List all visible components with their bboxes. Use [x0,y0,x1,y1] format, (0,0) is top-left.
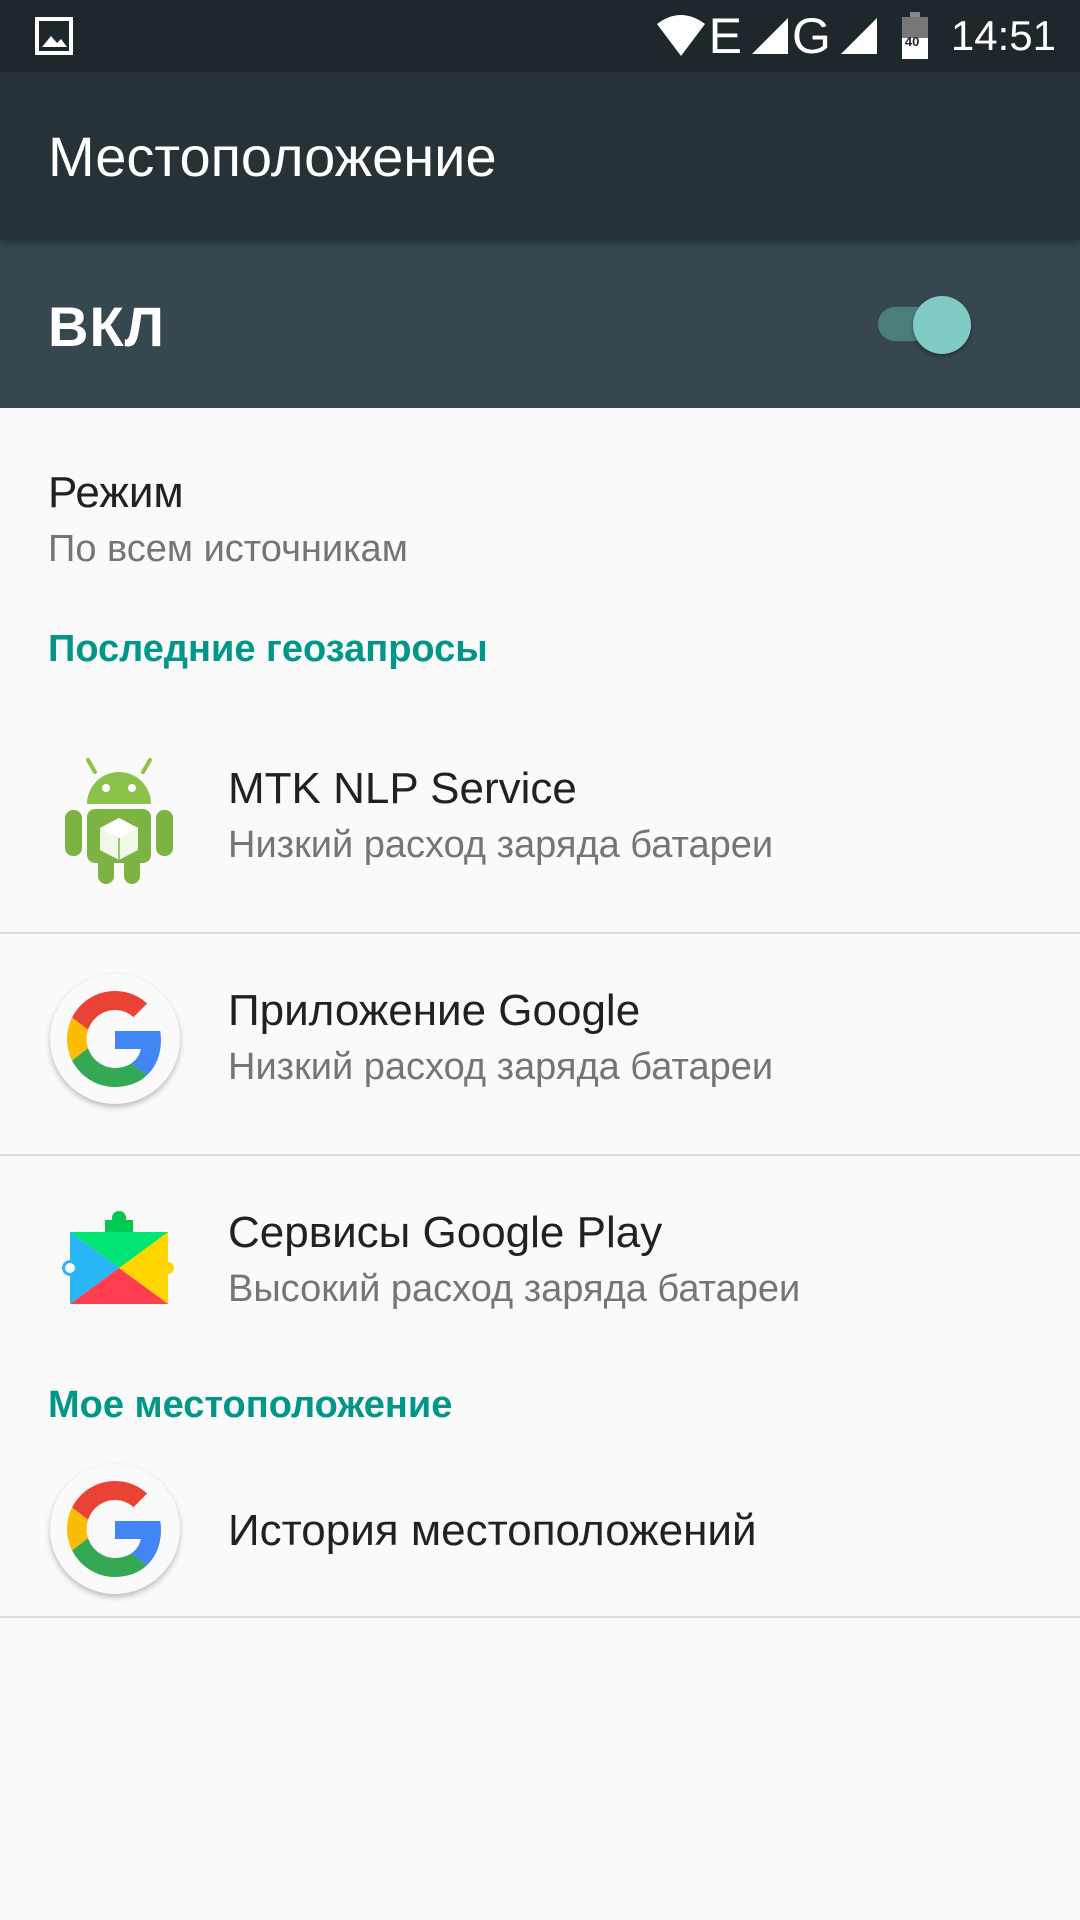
my-location-header: Мое местоположение [0,1384,1080,1454]
toggle-thumb [913,296,971,354]
list-item-text: История местоположений [228,1506,757,1556]
mode-summary: По всем источникам [48,528,408,570]
list-item-summary: Низкий расход заряда батареи [228,1046,774,1088]
battery-level: 40 [904,34,920,49]
status-bar: E G 40 14:51 [0,0,1080,72]
mode-title: Режим [48,468,184,517]
list-item-title: История местоположений [228,1506,757,1555]
image-icon [34,16,74,56]
list-item[interactable]: Приложение Google Низкий расход заряда б… [0,934,1080,1156]
list-item-summary: Низкий расход заряда батареи [228,824,774,866]
list-item-text: Приложение Google Низкий расход заряда б… [228,986,773,1089]
list-item-title: Сервисы Google Play [228,1208,663,1257]
network-type-2: G [791,8,831,64]
wifi-icon [655,14,707,58]
location-history-item[interactable]: История местоположений [0,1454,1080,1618]
recent-requests-header-label: Последние геозапросы [48,628,488,670]
battery-icon: 40 [901,12,929,60]
list-item-title: Приложение Google [228,986,641,1035]
network-type-1: E [708,8,742,64]
list-item-title: MTK NLP Service [228,764,577,813]
google-play-services-icon [50,1196,188,1334]
list-item-text: Сервисы Google Play Высокий расход заряд… [228,1208,800,1311]
toolbar: Местоположение [0,72,1080,240]
signal-icon [750,16,790,56]
status-clock: 14:51 [950,12,1056,59]
recent-requests-header: Последние геозапросы [0,628,1080,712]
location-toggle[interactable] [878,296,978,354]
switch-label: ВКЛ [48,295,165,358]
page-title: Местоположение [48,125,497,188]
google-g-icon [50,974,188,1112]
location-settings-screen: E G 40 14:51 Местоположение ВКЛ Режим По… [0,0,1080,1920]
settings-list: Режим По всем источникам Последние геоза… [0,408,1080,1618]
signal-icon [839,16,879,56]
list-item-summary: Высокий расход заряда батареи [228,1268,801,1310]
android-icon [50,752,188,890]
list-item-text: MTK NLP Service Низкий расход заряда бат… [228,764,773,867]
my-location-header-label: Мое местоположение [48,1384,453,1426]
list-item[interactable]: MTK NLP Service Низкий расход заряда бат… [0,712,1080,934]
status-icons: E G 40 14:51 [647,0,1056,72]
google-g-icon [50,1464,188,1602]
location-master-switch-bar[interactable]: ВКЛ [0,240,1080,408]
mode-preference[interactable]: Режим По всем источникам [0,408,1080,628]
list-item[interactable]: Сервисы Google Play Высокий расход заряд… [0,1156,1080,1376]
